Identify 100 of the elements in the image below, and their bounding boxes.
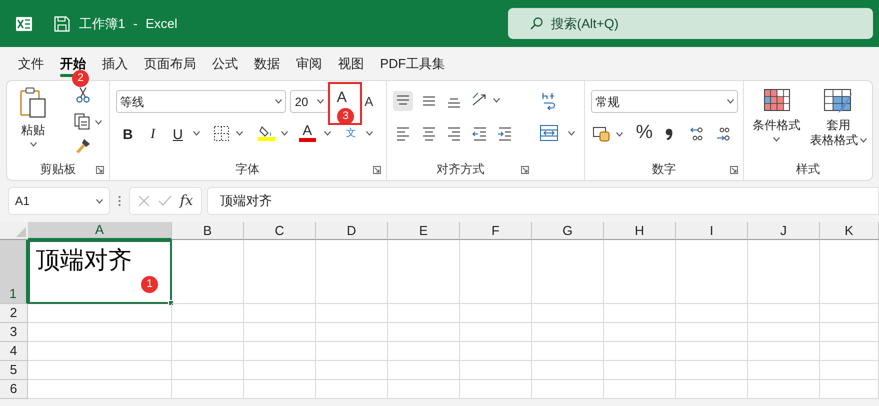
table-cell[interactable] [820, 342, 879, 361]
table-cell[interactable] [28, 304, 172, 323]
menu-tab[interactable]: 页面布局 [136, 49, 204, 78]
table-cell[interactable] [460, 342, 532, 361]
menu-tab[interactable]: 审阅 [288, 49, 330, 78]
caret-icon[interactable] [324, 131, 331, 136]
table-cell[interactable] [316, 240, 388, 304]
dialog-launcher-icon[interactable] [372, 166, 381, 174]
table-cell[interactable] [820, 323, 879, 342]
shrink-font-button[interactable]: A [358, 91, 379, 112]
formula-field[interactable]: 顶端对齐 [207, 187, 879, 215]
dialog-launcher-icon[interactable] [96, 166, 104, 174]
table-cell[interactable] [172, 342, 244, 361]
table-cell[interactable] [316, 380, 388, 399]
table-cell[interactable] [748, 342, 820, 361]
caret-icon[interactable] [727, 99, 734, 104]
caret-icon[interactable] [95, 120, 102, 125]
table-cell[interactable] [28, 380, 172, 399]
table-cell[interactable] [748, 304, 820, 323]
select-all-icon[interactable] [16, 227, 26, 237]
column-header[interactable]: K [820, 222, 879, 240]
column-header[interactable]: A [28, 222, 172, 240]
top-align-button[interactable] [392, 91, 413, 111]
menu-tab[interactable]: PDF工具集 [372, 49, 453, 78]
save-icon[interactable] [54, 16, 70, 32]
column-header[interactable]: C [244, 222, 316, 240]
font-color-button[interactable]: A [298, 122, 316, 142]
table-cell[interactable] [172, 304, 244, 323]
dialog-launcher-icon[interactable] [730, 166, 738, 174]
table-cell[interactable] [388, 240, 460, 304]
column-header[interactable]: F [460, 222, 532, 240]
caret-icon[interactable] [366, 131, 373, 136]
column-header[interactable]: E [388, 222, 460, 240]
caret-icon[interactable] [316, 99, 324, 104]
table-cell[interactable] [820, 380, 879, 399]
table-cell[interactable] [748, 380, 820, 399]
table-cell[interactable] [316, 304, 388, 323]
borders-icon[interactable] [214, 126, 229, 141]
menu-tab[interactable]: 公式 [204, 49, 246, 78]
caret-icon[interactable] [274, 99, 282, 104]
table-cell[interactable] [748, 323, 820, 342]
conditional-formatting-button[interactable]: 条件格式 [750, 89, 804, 142]
merge-center-icon[interactable] [540, 125, 558, 141]
table-cell[interactable] [676, 342, 748, 361]
caret-icon[interactable] [30, 142, 36, 147]
number-format-dropdown[interactable]: 常规 [591, 90, 738, 113]
table-cell[interactable] [604, 361, 676, 380]
row-header[interactable]: 3 [0, 323, 28, 342]
table-cell[interactable] [676, 361, 748, 380]
table-cell[interactable] [604, 323, 676, 342]
table-cell[interactable] [532, 380, 604, 399]
table-cell[interactable] [532, 323, 604, 342]
column-header[interactable]: I [676, 222, 748, 240]
decrease-decimal-icon[interactable] [690, 126, 704, 142]
caret-icon[interactable] [568, 131, 575, 136]
table-cell[interactable] [388, 304, 460, 323]
format-painter-icon[interactable] [75, 138, 91, 154]
table-cell[interactable] [676, 380, 748, 399]
underline-button[interactable]: U [170, 124, 186, 142]
table-cell[interactable] [244, 380, 316, 399]
table-cell[interactable] [676, 304, 748, 323]
format-as-table-button[interactable]: 套用 表格格式 [806, 89, 872, 148]
font-size-dropdown[interactable]: 20 [290, 90, 329, 113]
grow-font-button[interactable]: A [334, 89, 350, 106]
table-cell[interactable] [748, 361, 820, 380]
caret-icon[interactable] [236, 131, 243, 136]
table-cell[interactable] [388, 380, 460, 399]
table-cell[interactable] [28, 323, 172, 342]
column-header[interactable]: J [748, 222, 820, 240]
column-header[interactable]: B [172, 222, 244, 240]
wrap-text-icon[interactable] [540, 90, 558, 110]
table-cell[interactable] [388, 342, 460, 361]
search-field[interactable]: 搜索(Alt+Q) [508, 8, 873, 39]
caret-icon[interactable] [492, 98, 500, 103]
more-options-icon[interactable] [118, 195, 121, 207]
accounting-format-icon[interactable] [593, 126, 612, 142]
table-cell[interactable] [604, 342, 676, 361]
dialog-launcher-icon[interactable] [520, 166, 529, 174]
name-box[interactable]: A1 [8, 187, 110, 215]
fill-color-icon[interactable] [258, 124, 275, 141]
table-cell[interactable] [604, 380, 676, 399]
insert-function-button[interactable]: fx [180, 190, 193, 212]
scissors-icon[interactable] [76, 87, 90, 103]
table-cell[interactable] [28, 361, 172, 380]
row-header[interactable]: 1 [0, 240, 28, 304]
italic-button[interactable]: I [144, 124, 161, 142]
menu-tab[interactable]: 文件 [10, 49, 52, 78]
table-cell[interactable] [172, 323, 244, 342]
table-cell[interactable] [316, 361, 388, 380]
table-cell[interactable] [676, 323, 748, 342]
caret-icon[interactable] [96, 198, 103, 204]
table-cell[interactable] [820, 361, 879, 380]
caret-icon[interactable] [616, 132, 624, 137]
table-cell[interactable] [676, 240, 748, 304]
comma-style-icon[interactable] [665, 128, 674, 140]
menu-tab[interactable]: 插入 [94, 49, 136, 78]
table-cell[interactable] [316, 342, 388, 361]
column-header[interactable]: D [316, 222, 388, 240]
table-cell[interactable] [172, 380, 244, 399]
enter-icon[interactable] [158, 195, 172, 207]
